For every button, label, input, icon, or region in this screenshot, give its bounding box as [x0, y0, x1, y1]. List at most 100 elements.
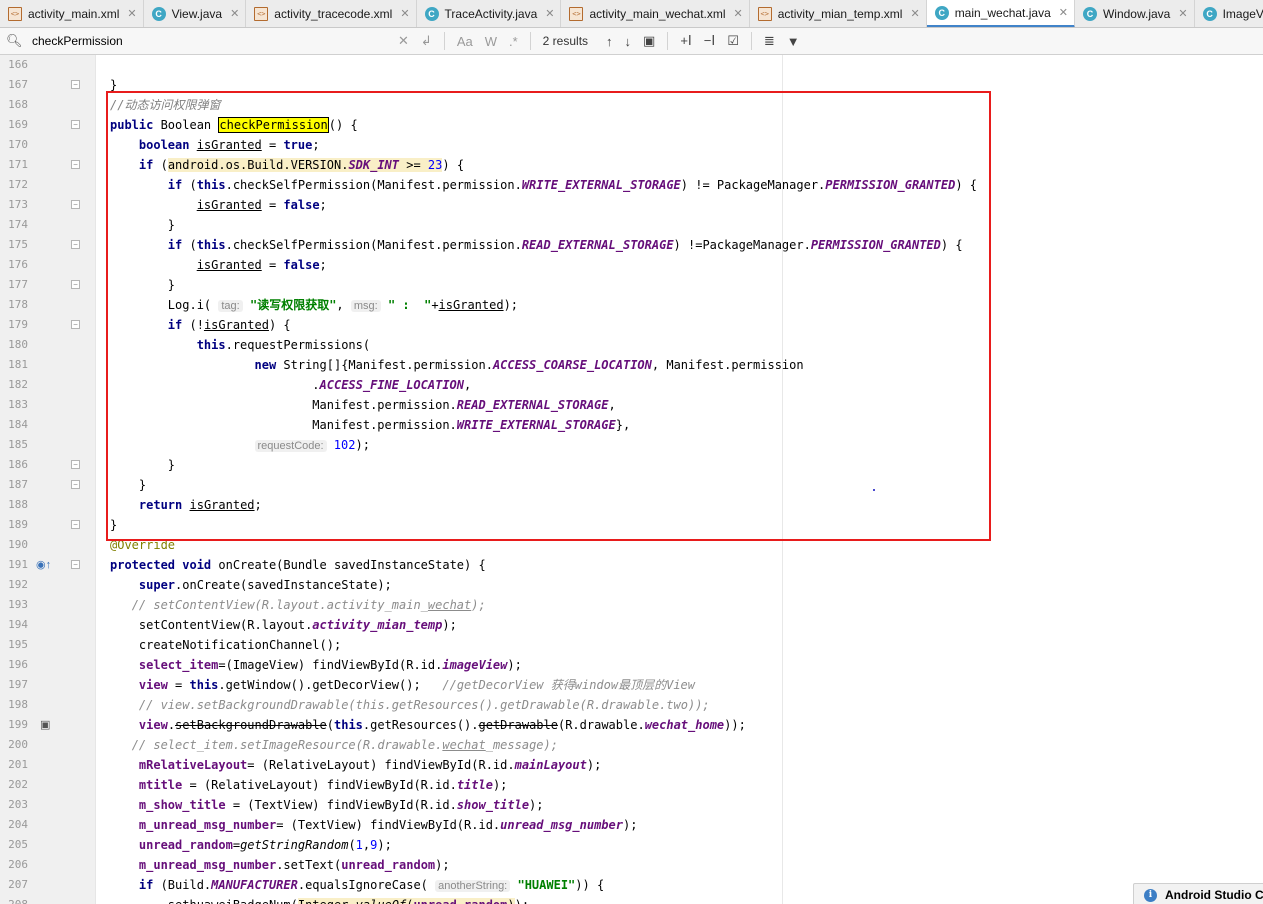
code-line: sethuaweiBadgeNum(Integer.valueOf(unread…: [110, 895, 529, 904]
tab-label: main_wechat.java: [954, 5, 1051, 20]
fold-marker-icon[interactable]: −: [71, 200, 80, 209]
line-number: 199: [8, 718, 28, 731]
tab-label: activity_mian_temp.xml: [777, 6, 903, 21]
close-tab-icon[interactable]: ✕: [127, 7, 136, 20]
code-line: @Override: [110, 538, 176, 552]
close-tab-icon[interactable]: ✕: [545, 7, 554, 20]
fold-marker-icon[interactable]: −: [71, 120, 80, 129]
gutter-row: 166: [0, 55, 1263, 75]
tab-window-java[interactable]: C Window.java ✕: [1075, 0, 1195, 27]
search-results-count: 2 results: [542, 34, 589, 48]
code-line: Manifest.permission.READ_EXTERNAL_STORAG…: [110, 398, 616, 412]
tab-label: TraceActivity.java: [444, 6, 538, 21]
line-number: 181: [8, 358, 28, 371]
close-tab-icon[interactable]: ✕: [230, 7, 239, 20]
tab-imageview[interactable]: CImageView✕: [1195, 0, 1263, 27]
parameter-hint: tag:: [218, 300, 243, 312]
fold-marker-icon[interactable]: −: [71, 160, 80, 169]
fold-marker-icon[interactable]: −: [71, 240, 80, 249]
code-line: super.onCreate(savedInstanceState);: [138, 578, 392, 592]
notification-label: Android Studio Ch: [1165, 888, 1263, 902]
fold-marker-icon[interactable]: −: [71, 80, 80, 89]
separator: [667, 32, 669, 50]
filter-options-icon[interactable]: ≣: [764, 33, 775, 49]
caret-dot: [873, 489, 875, 491]
code-line: mtitle = (RelativeLayout) findViewById(R…: [138, 778, 508, 792]
code-line: // select_item.setImageResource(R.drawab…: [131, 738, 558, 752]
search-history-icon[interactable]: ↲: [421, 33, 432, 49]
fold-marker-icon[interactable]: −: [71, 460, 80, 469]
parameter-hint: requestCode:: [254, 440, 327, 452]
remove-occurrence-icon[interactable]: −Ⅰ: [704, 33, 715, 49]
fold-marker-icon[interactable]: −: [71, 320, 80, 329]
code-line: if (android.os.Build.VERSION.SDK_INT >= …: [138, 158, 465, 172]
filter-icon[interactable]: ▼: [787, 34, 800, 49]
tab-traceactivity-java[interactable]: C TraceActivity.java ✕: [417, 0, 562, 27]
close-tab-icon[interactable]: ✕: [1059, 6, 1068, 19]
tab-activity-main-wechat-xml[interactable]: <> activity_main_wechat.xml ✕: [561, 0, 750, 27]
tab-activity-mian-temp-xml[interactable]: <> activity_mian_temp.xml ✕: [750, 0, 927, 27]
search-input[interactable]: [32, 34, 392, 48]
code-line: //动态访问权限弹窗: [110, 95, 220, 115]
tab-main-wechat-java[interactable]: Cmain_wechat.java ✕: [926, 0, 1075, 27]
close-tab-icon[interactable]: ✕: [1178, 7, 1187, 20]
fold-marker-icon[interactable]: −: [71, 480, 80, 489]
tab-activity-main-xml[interactable]: <> activity_main.xml ✕: [0, 0, 144, 27]
line-number: 194: [8, 618, 28, 631]
code-line: select_item=(ImageView) findViewById(R.i…: [138, 658, 522, 672]
regex-toggle[interactable]: .*: [509, 34, 518, 49]
parameter-hint: msg:: [350, 300, 381, 312]
tab-label: Window.java: [1102, 6, 1171, 21]
fold-marker-icon[interactable]: −: [71, 520, 80, 529]
code-line: }: [110, 78, 118, 92]
code-editor[interactable]: 166 167 − 168 169 − 170 171 − 172 173 − 174 175 − 176 17…: [0, 55, 1263, 904]
line-number: 197: [8, 678, 28, 691]
line-number: 198: [8, 698, 28, 711]
search-icon[interactable]: 🔍︎: [6, 33, 26, 49]
fold-marker-icon[interactable]: −: [71, 560, 80, 569]
match-case-toggle[interactable]: Aa: [457, 34, 473, 49]
image-resource-icon[interactable]: ▣: [40, 718, 50, 732]
line-number: 191: [8, 558, 28, 571]
code-line: }: [110, 218, 176, 232]
next-occurrence-icon[interactable]: ↓: [625, 34, 632, 49]
override-method-icon[interactable]: ◉↑: [36, 558, 51, 572]
code-line: Manifest.permission.WRITE_EXTERNAL_STORA…: [110, 418, 631, 432]
find-bar: 🔍︎ ✕ ↲ Aa W .* 2 results ↑ ↓ ▣ +Ⅰ −Ⅰ ☑ ≣…: [0, 28, 1263, 55]
add-occurrence-icon[interactable]: +Ⅰ: [680, 33, 691, 49]
clear-search-icon[interactable]: ✕: [398, 33, 409, 49]
line-number: 178: [8, 298, 28, 311]
xml-file-icon: <>: [757, 6, 772, 21]
code-line: m_show_title = (TextView) findViewById(R…: [138, 798, 544, 812]
line-number: 206: [8, 858, 28, 871]
line-number: 190: [8, 538, 28, 551]
close-tab-icon[interactable]: ✕: [734, 7, 743, 20]
close-tab-icon[interactable]: ✕: [400, 7, 409, 20]
java-class-icon: C: [1202, 6, 1217, 21]
previous-occurrence-icon[interactable]: ↑: [606, 34, 613, 49]
code-line: this.requestPermissions(: [196, 338, 371, 352]
code-line: // setContentView(R.layout.activity_main…: [131, 598, 486, 612]
words-toggle[interactable]: W: [485, 34, 497, 49]
code-line: if (this.checkSelfPermission(Manifest.pe…: [167, 238, 963, 252]
fold-marker-icon[interactable]: −: [71, 280, 80, 289]
line-number: 169: [8, 118, 28, 131]
code-line: }: [110, 458, 176, 472]
xml-file-icon: <>: [254, 6, 269, 21]
java-class-icon: C: [424, 6, 439, 21]
tab-label: activity_main.xml: [28, 6, 120, 21]
tab-activity-tracecode-xml[interactable]: <> activity_tracecode.xml ✕: [246, 0, 417, 27]
tab-label: View.java: [171, 6, 223, 21]
select-all-occurrences-icon[interactable]: ☑: [727, 33, 739, 49]
code-line: boolean isGranted = true;: [138, 138, 320, 152]
open-in-window-icon[interactable]: ▣: [643, 33, 655, 49]
gutter-row: 174: [0, 215, 1263, 235]
tab-view-java[interactable]: C View.java ✕: [144, 0, 247, 27]
code-line: isGranted = false;: [196, 258, 327, 272]
code-line: }: [110, 478, 147, 492]
close-tab-icon[interactable]: ✕: [910, 7, 919, 20]
line-number: 179: [8, 318, 28, 331]
parameter-hint: anotherString:: [435, 880, 511, 892]
event-notification[interactable]: i Android Studio Ch: [1133, 883, 1263, 904]
line-number: 200: [8, 738, 28, 751]
